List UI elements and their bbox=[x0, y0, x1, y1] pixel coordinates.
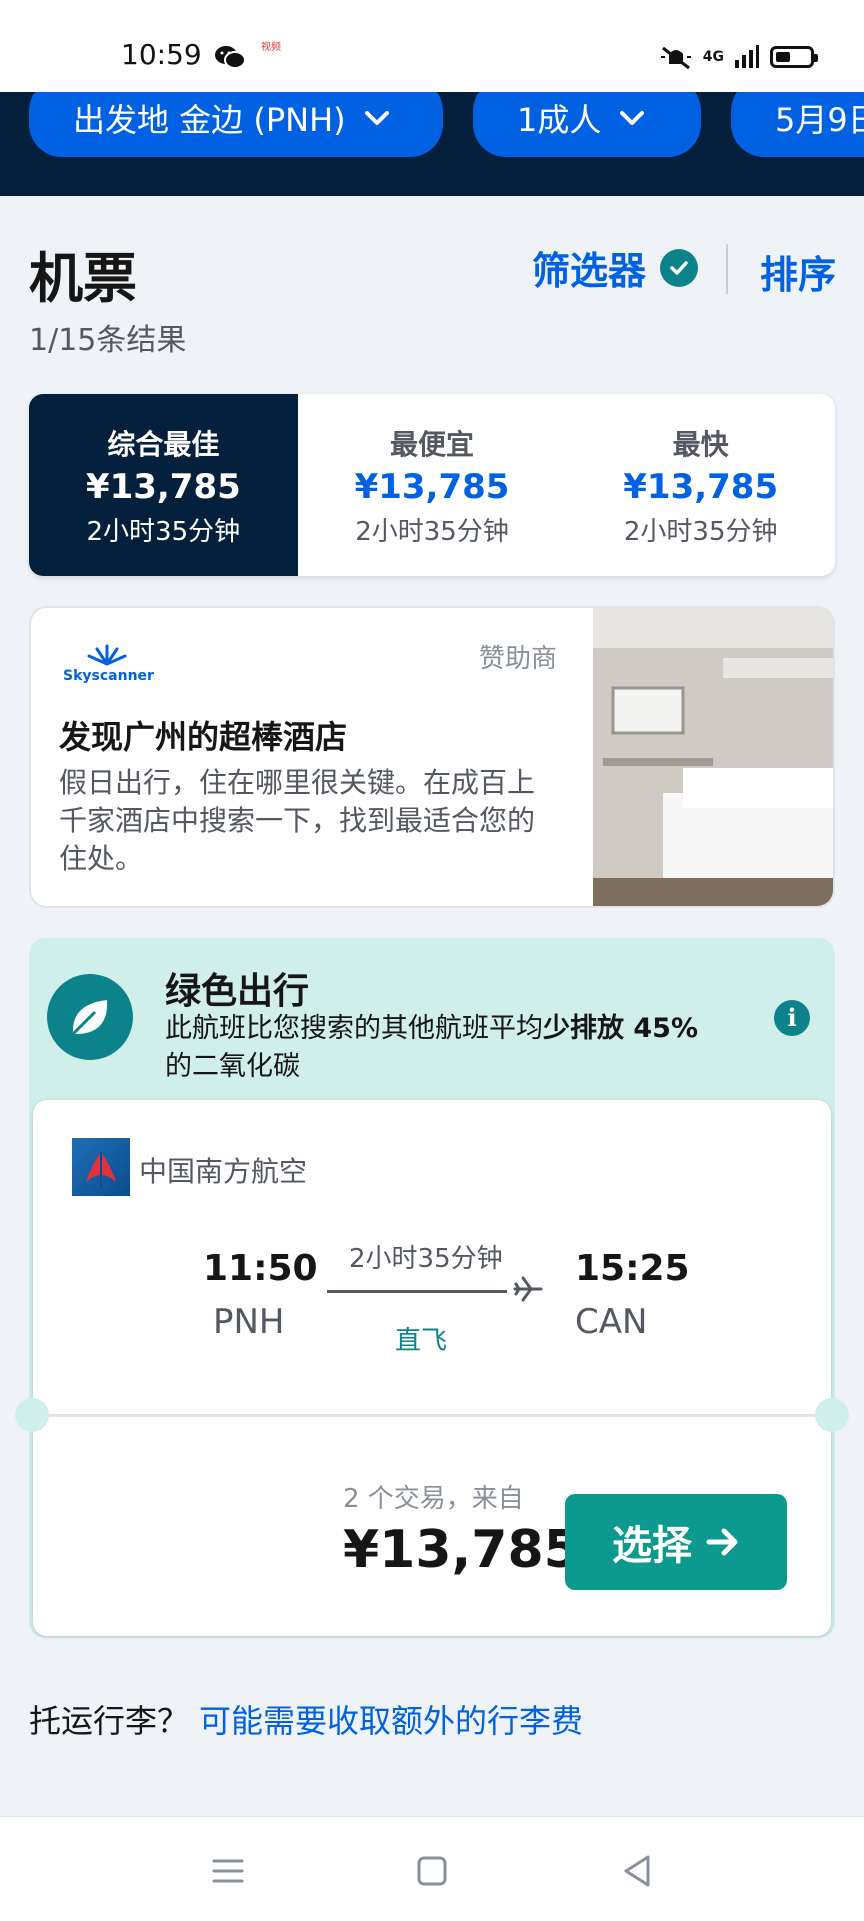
results-count: 1/15条结果 bbox=[29, 323, 187, 358]
eco-text-bold: 少排放 45% bbox=[543, 1013, 699, 1044]
system-navigation-bar bbox=[0, 1816, 864, 1921]
check-circle-icon bbox=[660, 248, 699, 287]
sort-button[interactable]: 排序 bbox=[760, 244, 836, 299]
back-icon[interactable] bbox=[618, 1851, 658, 1891]
flight-duration: 2小时35分钟 bbox=[349, 1244, 503, 1274]
select-button[interactable]: 选择 bbox=[565, 1494, 787, 1590]
tab-duration: 2小时35分钟 bbox=[355, 516, 509, 547]
sponsor-tag: 赞助商 bbox=[479, 644, 558, 674]
leaf-icon bbox=[47, 974, 133, 1060]
eco-text-prefix: 此航班比您搜索的其他航班平均 bbox=[165, 1013, 543, 1044]
sponsor-title: 发现广州的超棒酒店 bbox=[59, 718, 348, 756]
search-summary-bar: 出发地 金边 (PNH) 1成人 5月9日 bbox=[0, 92, 864, 196]
depart-time: 11:50 bbox=[203, 1248, 318, 1289]
arrive-airport: CAN bbox=[575, 1302, 648, 1342]
status-icons: 4G bbox=[659, 42, 818, 72]
info-icon[interactable]: i bbox=[774, 1000, 810, 1036]
baggage-question: 托运行李？ bbox=[29, 1702, 190, 1740]
network-type: 4G bbox=[702, 49, 724, 65]
tab-duration: 2小时35分钟 bbox=[86, 516, 241, 547]
page-title: 机票 bbox=[29, 247, 137, 310]
skyscanner-sun-icon bbox=[87, 644, 127, 666]
card-divider bbox=[33, 1414, 831, 1417]
filter-label: 筛选器 bbox=[532, 249, 647, 293]
select-label: 选择 bbox=[612, 1523, 692, 1569]
ticket-notch-left bbox=[15, 1398, 49, 1432]
eco-description: 此航班比您搜索的其他航班平均少排放 45% 的二氧化碳 bbox=[165, 1010, 725, 1086]
filter-button[interactable]: 筛选器 bbox=[532, 240, 699, 295]
wechat-icon bbox=[215, 46, 246, 69]
date-pill[interactable]: 5月9日 bbox=[731, 92, 864, 157]
status-bar: 10:59 视频 4G bbox=[0, 0, 864, 92]
baggage-fee-link[interactable]: 可能需要收取额外的行李费 bbox=[199, 1702, 583, 1740]
chevron-down-icon bbox=[364, 110, 389, 125]
ticket-notch-right bbox=[815, 1398, 849, 1432]
eco-title: 绿色出行 bbox=[165, 971, 310, 1012]
tab-price: ¥13,785 bbox=[354, 466, 510, 507]
flight-price: ¥13,785 bbox=[343, 1520, 580, 1580]
route-line bbox=[327, 1290, 507, 1293]
arrive-time: 15:25 bbox=[575, 1248, 690, 1289]
header-divider bbox=[726, 244, 728, 294]
sponsored-hotel-card[interactable]: Skyscanner 赞助商 发现广州的超棒酒店 假日出行，住在哪里很关键。在成… bbox=[29, 606, 835, 908]
deals-text: 2 个交易，来自 bbox=[343, 1484, 524, 1514]
skyscanner-logo: Skyscanner bbox=[63, 642, 183, 684]
eco-text-suffix: 的二氧化碳 bbox=[165, 1051, 300, 1082]
tab-fastest[interactable]: 最快 ¥13,785 2小时35分钟 bbox=[566, 394, 835, 576]
tab-label: 综合最佳 bbox=[107, 427, 220, 461]
origin-pill[interactable]: 出发地 金边 (PNH) bbox=[29, 92, 443, 157]
status-time: 10:59 bbox=[121, 38, 202, 71]
depart-airport: PNH bbox=[213, 1302, 285, 1342]
travellers-label: 1成人 bbox=[517, 100, 602, 139]
battery-icon bbox=[770, 46, 818, 68]
origin-label: 出发地 金边 (PNH) bbox=[73, 100, 346, 139]
tab-duration: 2小时35分钟 bbox=[623, 516, 778, 547]
travellers-pill[interactable]: 1成人 bbox=[473, 92, 701, 157]
tab-label: 最便宜 bbox=[390, 427, 475, 461]
sort-tabs: 综合最佳 ¥13,785 2小时35分钟 最便宜 ¥13,785 2小时35分钟… bbox=[29, 394, 835, 576]
tab-price: ¥13,785 bbox=[85, 466, 241, 507]
stops-label: 直飞 bbox=[395, 1326, 448, 1356]
arrow-right-icon bbox=[706, 1528, 738, 1556]
skyscanner-wordmark: Skyscanner bbox=[63, 668, 154, 684]
video-app-icon: 视频 bbox=[256, 42, 286, 72]
china-southern-logo bbox=[72, 1138, 130, 1196]
tab-best[interactable]: 综合最佳 ¥13,785 2小时35分钟 bbox=[29, 394, 298, 576]
mute-icon bbox=[660, 46, 691, 70]
home-icon[interactable] bbox=[412, 1851, 452, 1891]
date-label: 5月9日 bbox=[775, 100, 864, 139]
tab-label: 最快 bbox=[672, 427, 729, 461]
baggage-note: 托运行李？ 可能需要收取额外的行李费 bbox=[29, 1696, 583, 1742]
hotel-room-image bbox=[593, 608, 833, 906]
plane-icon bbox=[513, 1276, 543, 1302]
chevron-down-icon bbox=[620, 110, 645, 125]
menu-icon[interactable] bbox=[208, 1851, 248, 1891]
tab-cheapest[interactable]: 最便宜 ¥13,785 2小时35分钟 bbox=[298, 394, 567, 576]
signal-icon bbox=[735, 45, 759, 68]
video-badge-text: 视频 bbox=[261, 42, 281, 53]
sponsor-body: 假日出行，住在哪里很关键。在成百上千家酒店中搜索一下，找到最适合您的住处。 bbox=[59, 766, 536, 875]
flight-result-card[interactable]: 中国南方航空 11:50 PNH 2小时35分钟 直飞 15:25 CAN 2 … bbox=[15, 1100, 849, 1636]
airline-name: 中国南方航空 bbox=[139, 1155, 308, 1188]
tab-price: ¥13,785 bbox=[623, 466, 779, 507]
